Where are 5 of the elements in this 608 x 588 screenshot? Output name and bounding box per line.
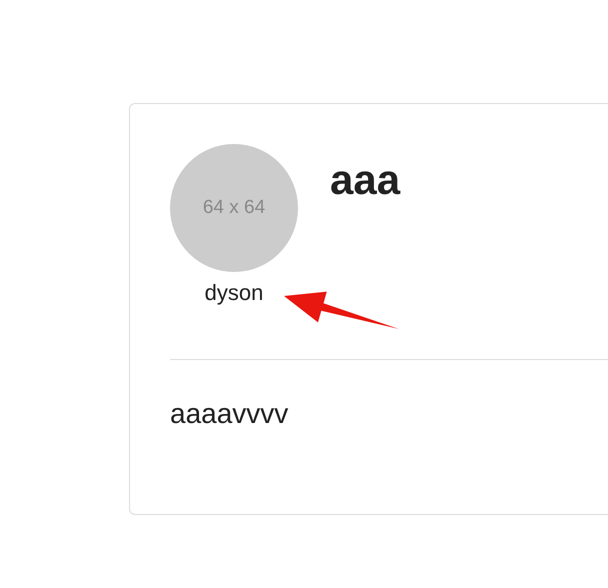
card-body-text: aaaavvvv [170,398,290,430]
arrow-icon [284,292,399,329]
card-title: aaa [330,156,400,204]
avatar-placeholder-text: 64 x 64 [202,197,266,219]
avatar-caption: dyson [204,280,264,306]
